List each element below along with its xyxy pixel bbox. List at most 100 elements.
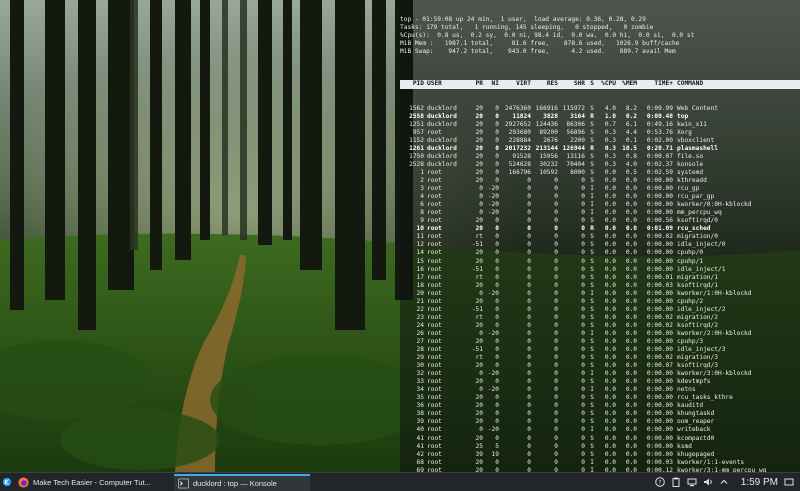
process-cell: 0.0	[625, 201, 637, 209]
process-row[interactable]: 35 root 20 0 0 0 0 S 0.0 0.0 0:00.00 rcu_tasks_kthr…	[400, 394, 800, 402]
konsole-top-output[interactable]: top - 01:59:08 up 24 min, 1 user, load a…	[400, 0, 800, 472]
process-cell: 0.0	[625, 378, 637, 386]
process-cell: 0:53.76	[646, 128, 673, 136]
process-row[interactable]: 26 root 0 -20 0 0 0 I 0.0 0.0 0:00.00 kworker/2:0H-…	[400, 330, 800, 338]
column-header[interactable]: PR	[469, 80, 483, 88]
taskbar-item-konsole[interactable]: ducklord : top — Konsole	[174, 473, 310, 491]
process-row[interactable]: 27 root 20 0 0 0 0 S 0.0 0.0 0:00.00 cpuhp/3	[400, 338, 800, 346]
volume-icon[interactable]	[703, 477, 713, 487]
process-cell: 0.0	[604, 249, 616, 257]
process-cell: 10.5	[622, 144, 637, 152]
process-row[interactable]: 4 root 0 -20 0 0 0 I 0.0 0.0 0:00.00 rcu_par_gp	[400, 193, 800, 201]
column-header[interactable]: NI	[483, 80, 499, 88]
clock[interactable]: 1:59 PM	[741, 477, 778, 488]
process-row[interactable]: 34 root 0 -20 0 0 0 I 0.0 0.0 0:00.00 netns	[400, 386, 800, 394]
process-cell: 0	[527, 201, 531, 209]
process-row[interactable]: 39 root 20 0 0 0 0 S 0.0 0.0 0:00.00 oom_reaper	[400, 418, 800, 426]
process-cell: 20	[475, 337, 483, 345]
column-header[interactable]: COMMAND	[673, 80, 703, 88]
column-header[interactable]: %MEM	[616, 80, 637, 88]
column-header[interactable]: SHR	[558, 80, 585, 88]
column-header[interactable]: TIME+	[637, 80, 673, 88]
process-row[interactable]: 10 root 20 0 0 0 0 R 0.0 0.0 0:01.09 rcu_sched	[400, 225, 800, 233]
process-row[interactable]: 18 root 20 0 0 0 0 S 0.0 0.0 0:00.03 ksoftirqd/1	[400, 282, 800, 290]
process-row[interactable]: 17 root rt 0 0 0 0 S 0.0 0.0 0:00.01 migration/1	[400, 274, 800, 282]
network-icon[interactable]	[687, 477, 697, 487]
process-row[interactable]: 957 root 20 0 293680 89200 56896 S 0.3 4.4 0:53.76…	[400, 129, 800, 137]
process-row[interactable]: 36 root 20 0 0 0 0 S 0.0 0.0 0:00.00 kauditd	[400, 402, 800, 410]
column-header[interactable]: VIRT	[499, 80, 531, 88]
column-header[interactable]: %CPU	[594, 80, 616, 88]
process-row[interactable]: 32 root 0 -20 0 0 0 I 0.0 0.0 0:00.00 kworker/3:0H-…	[400, 370, 800, 378]
process-row[interactable]: 8 root 0 -20 0 0 0 I 0.0 0.0 0:00.00 mm_percpu_wq	[400, 209, 800, 217]
show-desktop-icon[interactable]	[784, 477, 794, 487]
process-row[interactable]: 38 root 20 0 0 0 0 S 0.0 0.0 0:00.00 khungtaskd	[400, 410, 800, 418]
process-row[interactable]: 42 root 39 19 0 0 0 S 0.0 0.0 0:00.00 khugepaged	[400, 451, 800, 459]
taskbar-item-firefox[interactable]: Make Tech Easier - Computer Tut...	[14, 474, 174, 491]
process-cell: kcompactd0	[677, 434, 715, 442]
process-cell: 0.0	[625, 402, 637, 410]
process-row[interactable]: 40 root 0 -20 0 0 0 I 0.0 0.0 0:00.00 writeback	[400, 426, 800, 434]
process-cell: 0	[554, 337, 558, 345]
process-row[interactable]: 6 root 0 -20 0 0 0 I 0.0 0.0 0:00.00 kworker/0:0H-k…	[400, 201, 800, 209]
process-row[interactable]: 29 root rt 0 0 0 0 S 0.0 0.0 0:00.02 migration/3	[400, 354, 800, 362]
process-cell: 0	[495, 313, 499, 321]
process-cell: 6.1	[625, 120, 637, 128]
process-row[interactable]: 24 root 20 0 0 0 0 S 0.0 0.0 0:00.02 ksoftirqd/2	[400, 322, 800, 330]
process-row[interactable]: 30 root 20 0 0 0 0 S 0.0 0.0 0:00.07 ksoftirqd/3	[400, 362, 800, 370]
process-cell: 0	[495, 225, 499, 233]
process-cell: konsole	[677, 160, 704, 168]
column-header[interactable]: RES	[531, 80, 558, 88]
process-row[interactable]: 11 root rt 0 0 0 0 S 0.0 0.0 0:00.02 migration/0	[400, 233, 800, 241]
process-row[interactable]: 28 root -51 0 0 0 0 S 0.0 0.0 0:00.00 idle_inject/3	[400, 346, 800, 354]
clipboard-icon[interactable]	[671, 477, 681, 487]
process-row[interactable]: 2558 ducklord 20 0 11824 3828 3164 R 1.0 0.2 0:00.…	[400, 113, 800, 121]
process-cell: 0	[527, 386, 531, 394]
process-row[interactable]: 12 root -51 0 0 0 0 S 0.0 0.0 0:00.00 idle_inject/0	[400, 241, 800, 249]
process-cell: cpuhp/0	[677, 249, 704, 257]
process-cell: 0.0	[625, 305, 637, 313]
process-cell: root	[427, 185, 442, 193]
process-cell: file.so	[677, 152, 704, 160]
process-row[interactable]: 1251 ducklord 20 0 2927652 124436 86306 S 0.7 6.1…	[400, 121, 800, 129]
process-row[interactable]: 21 root 20 0 0 0 0 S 0.0 0.0 0:00.00 cpuhp/2	[400, 298, 800, 306]
process-row[interactable]: 2528 ducklord 20 0 524628 30232 70404 S 0.3 4.0 0:…	[400, 161, 800, 169]
process-row[interactable]: 1 root 20 0 166796 10592 8000 S 0.0 0.5 0:02.59 sys…	[400, 169, 800, 177]
process-row[interactable]: 3 root 0 -20 0 0 0 I 0.0 0.0 0:00.00 rcu_gp	[400, 185, 800, 193]
process-cell: -20	[487, 426, 499, 434]
column-header[interactable]: USER	[424, 80, 469, 88]
process-cell: 20	[475, 217, 483, 225]
process-row[interactable]: 14 root 20 0 0 0 0 S 0.0 0.0 0:00.00 cpuhp/0	[400, 249, 800, 257]
process-cell: 0	[554, 378, 558, 386]
process-row[interactable]: 20 root 0 -20 0 0 0 I 0.0 0.0 0:00.00 kworker/1:0H-…	[400, 290, 800, 298]
process-cell: 0.0	[604, 329, 616, 337]
process-cell: root	[427, 241, 442, 249]
process-row[interactable]: 22 root -51 0 0 0 0 S 0.0 0.0 0:00.00 idle_inject/2	[400, 306, 800, 314]
application-launcher[interactable]	[0, 474, 14, 491]
process-cell: S	[590, 168, 594, 176]
process-row[interactable]: 41 root 25 5 0 0 0 S 0.0 0.0 0:00.00 ksmd	[400, 443, 800, 451]
process-cell: 0	[554, 273, 558, 281]
process-cell: 6	[420, 201, 424, 209]
column-header[interactable]: S	[585, 80, 594, 88]
process-cell: 0	[581, 225, 585, 233]
process-cell: 0:00.00	[646, 434, 673, 442]
process-row[interactable]: 1152 ducklord 20 0 228884 2676 2200 S 0.3 0.1 0:02…	[400, 137, 800, 145]
column-header[interactable]: PID	[400, 80, 424, 88]
process-row[interactable]: 33 root 20 0 0 0 0 S 0.0 0.0 0:00.00 kdevtmpfs	[400, 378, 800, 386]
process-cell: 0.0	[604, 434, 616, 442]
process-row[interactable]: 41 root 20 0 0 0 0 S 0.0 0.0 0:00.00 kcompactd0	[400, 435, 800, 443]
help-icon[interactable]: ?	[654, 477, 665, 487]
process-row[interactable]: 23 root rt 0 0 0 0 S 0.0 0.0 0:00.02 migration/2	[400, 314, 800, 322]
process-row[interactable]: 15 root 20 0 0 0 0 S 0.0 0.0 0:00.00 cpuhp/1	[400, 258, 800, 266]
process-row[interactable]: 1750 ducklord 20 0 91528 15956 13116 S 0.3 0.8 0:0…	[400, 153, 800, 161]
process-cell: root	[427, 249, 442, 257]
process-cell: root	[427, 386, 442, 394]
process-row[interactable]: 9 root 20 0 0 0 0 S 0.0 0.0 0:00.56 ksoftirqd/0	[400, 217, 800, 225]
process-row[interactable]: 1261 ducklord 20 0 2017232 213144 126944 R 0.3 10…	[400, 145, 800, 153]
process-row[interactable]: 2 root 20 0 0 0 0 S 0.0 0.0 0:00.00 kthreadd	[400, 177, 800, 185]
process-row[interactable]: 16 root -51 0 0 0 0 S 0.0 0.0 0:00.00 idle_inject/1	[400, 266, 800, 274]
process-row[interactable]: 68 root 20 0 0 0 0 I 0.0 0.0 0:00.03 kworker/1:1-ev…	[400, 459, 800, 467]
expand-tray-icon[interactable]	[719, 477, 729, 487]
process-row[interactable]: 1562 ducklord 20 0 2476360 166916 115972 S 4.0 8.…	[400, 105, 800, 113]
